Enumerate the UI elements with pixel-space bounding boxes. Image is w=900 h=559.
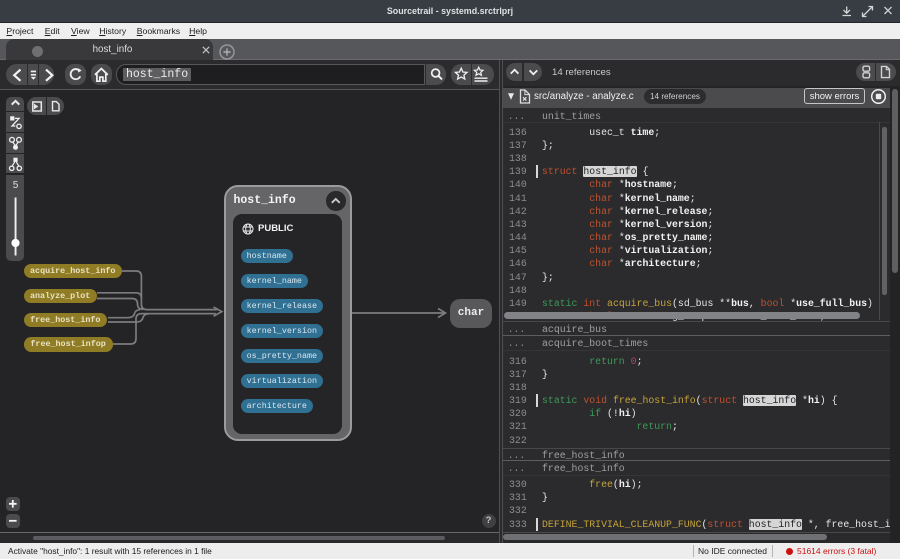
svg-text:5: 5 [12,180,18,191]
